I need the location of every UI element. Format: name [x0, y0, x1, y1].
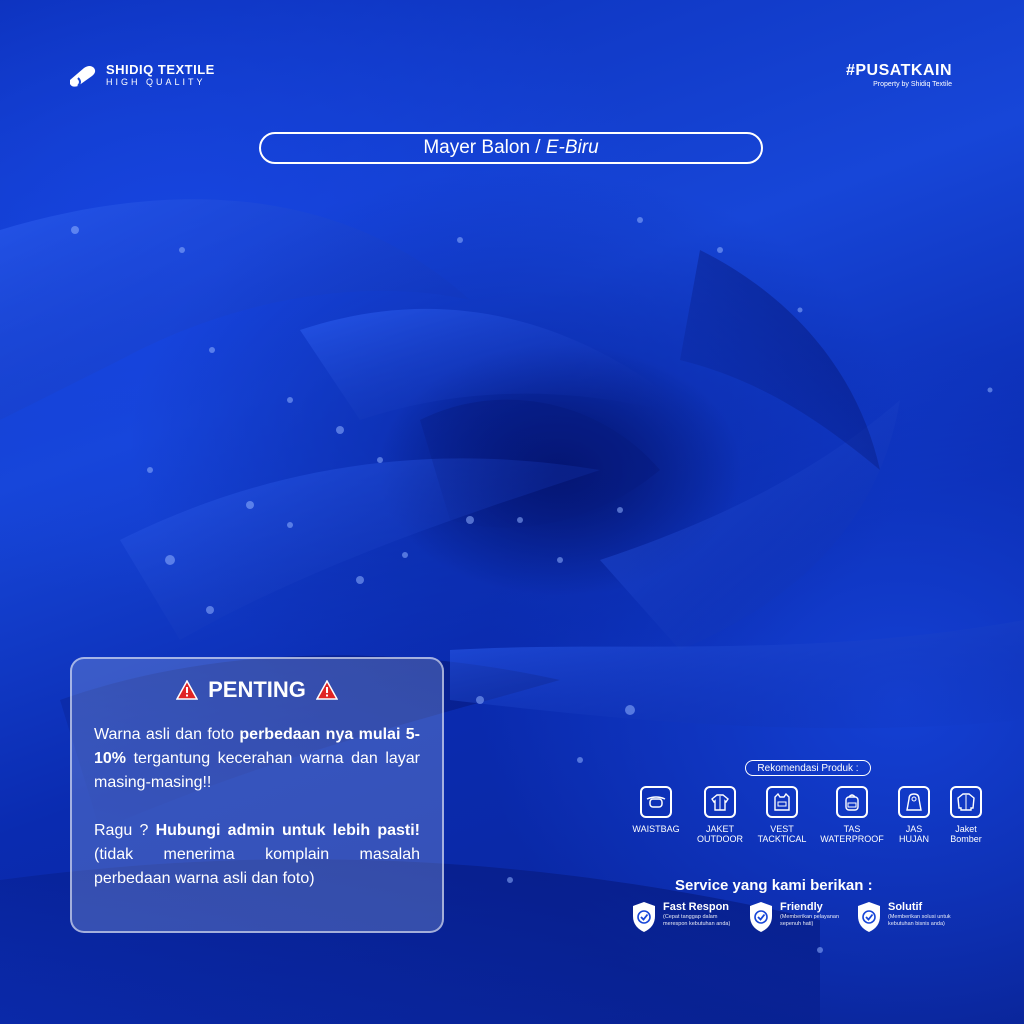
- service-fast-respon: Fast Respon (Cepat tanggap dalam merespo…: [631, 901, 730, 933]
- bomber-jacket-icon: [957, 793, 975, 811]
- notice-contact-admin: Ragu ? Hubungi admin untuk lebih pasti! …: [94, 822, 420, 887]
- vest-icon: [774, 793, 790, 811]
- title-separator: /: [535, 137, 541, 158]
- warning-icon: [176, 680, 199, 700]
- color-variant: E-Biru: [545, 137, 599, 158]
- hashtag-block: #PUSATKAIN Property by Shidiq Textile: [846, 62, 952, 89]
- notice-title: PENTING: [208, 677, 306, 702]
- product-jaket-bomber: Jaket Bomber: [942, 786, 990, 844]
- product-title: Mayer Balon / E-Biru: [259, 132, 763, 164]
- notice-color-difference: Warna asli dan foto perbedaan nya mulai …: [94, 726, 420, 791]
- fabric-product-banner: SHIDIQ TEXTILE HIGH QUALITY #PUSATKAIN P…: [0, 0, 1024, 1024]
- product-vest-tactical: VEST TACKTICAL: [756, 786, 808, 844]
- brand-name: SHIDIQ TEXTILE: [106, 62, 215, 77]
- property-note: Property by Shidiq Textile: [873, 81, 952, 88]
- important-notice: PENTING Warna asli dan foto perbedaan ny…: [70, 657, 444, 933]
- brand-logo: SHIDIQ TEXTILE HIGH QUALITY: [68, 63, 215, 88]
- product-jaket-outdoor: JAKET OUTDOOR: [694, 786, 746, 844]
- waistbag-icon: [646, 796, 666, 808]
- warning-icon: [315, 680, 338, 700]
- recommendation-label: Rekomendasi Produk :: [745, 760, 871, 776]
- product-tas-waterproof: TAS WATERPROOF: [820, 786, 884, 844]
- raincoat-icon: [906, 793, 922, 811]
- service-solutif: Solutif (Memberikan solusi untuk kebutuh…: [856, 901, 951, 933]
- services-title: Service yang kami berikan :: [675, 877, 873, 894]
- service-friendly: Friendly (Memberikan pelayanan sepenuh h…: [748, 901, 839, 933]
- hashtag: #PUSATKAIN: [845, 62, 952, 79]
- backpack-icon: [845, 794, 859, 811]
- product-jas-hujan: JAS HUJAN: [890, 786, 938, 844]
- brand-tagline: HIGH QUALITY: [106, 77, 206, 87]
- fabric-roll-icon: [70, 65, 96, 87]
- shield-check-icon: [858, 902, 880, 932]
- shield-check-icon: [633, 902, 655, 932]
- product-name: Mayer Balon: [423, 137, 531, 158]
- jacket-icon: [711, 794, 729, 811]
- product-waistbag: WAISTBAG: [630, 786, 682, 835]
- shield-check-icon: [750, 902, 772, 932]
